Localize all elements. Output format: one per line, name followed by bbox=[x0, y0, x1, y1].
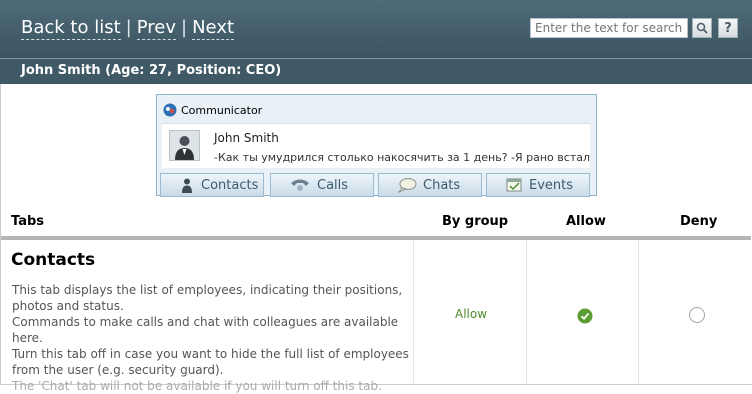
prev-link[interactable]: Prev bbox=[136, 17, 177, 40]
description-line: Turn this tab off in case you want to hi… bbox=[12, 347, 409, 377]
column-header-by-group: By group bbox=[442, 214, 509, 229]
column-header-allow: Allow bbox=[566, 214, 606, 229]
column-divider bbox=[526, 240, 527, 384]
allow-radio-checked-icon[interactable] bbox=[577, 308, 593, 324]
tab-calls[interactable]: Calls bbox=[270, 173, 374, 197]
description-line: Commands to make calls and chat with col… bbox=[12, 315, 399, 345]
description-line: The 'Chat' tab will not be available if … bbox=[12, 379, 382, 393]
communicator-tabs: Contacts Calls Chats Events bbox=[160, 173, 594, 197]
nav-separator: | bbox=[181, 17, 188, 38]
avatar bbox=[169, 130, 200, 161]
phone-icon bbox=[291, 179, 309, 191]
record-navigation: Back to list | Prev | Next bbox=[21, 17, 235, 40]
search-button[interactable] bbox=[692, 18, 712, 38]
person-avatar-icon bbox=[175, 136, 194, 160]
nav-separator: | bbox=[125, 17, 132, 38]
search-input[interactable] bbox=[530, 18, 688, 38]
back-to-list-link[interactable]: Back to list bbox=[21, 17, 121, 40]
tab-label: Contacts bbox=[201, 177, 259, 193]
communicator-preview: Communicator John Smith -Как ты умудрилс… bbox=[156, 94, 597, 197]
tab-chats[interactable]: Chats bbox=[378, 173, 482, 197]
tab-contacts[interactable]: Contacts bbox=[160, 173, 264, 197]
tab-label: Events bbox=[529, 177, 574, 193]
tab-label: Calls bbox=[317, 177, 349, 193]
contact-name: John Smith bbox=[214, 131, 279, 145]
next-link[interactable]: Next bbox=[192, 17, 235, 40]
tab-label: Chats bbox=[423, 177, 461, 193]
deny-radio[interactable] bbox=[689, 307, 705, 323]
tab-events[interactable]: Events bbox=[486, 173, 590, 197]
column-divider bbox=[638, 240, 639, 384]
column-header-tabs: Tabs bbox=[11, 214, 45, 229]
search-icon bbox=[696, 22, 708, 34]
communicator-title: Communicator bbox=[181, 103, 263, 117]
help-button[interactable]: ? bbox=[718, 18, 738, 38]
chat-bubble-icon bbox=[397, 178, 417, 193]
top-bar: Back to list|Prev|Next ? bbox=[0, 0, 752, 58]
column-header-deny: Deny bbox=[680, 214, 718, 229]
permissions-table-header: Tabs By group Allow Deny bbox=[1, 207, 751, 237]
person-icon bbox=[182, 178, 192, 193]
table-row: Contacts This tab displays the list of e… bbox=[1, 240, 751, 393]
contact-card: John Smith -Как ты умудрился столько нак… bbox=[162, 123, 590, 168]
tab-description: This tab displays the list of employees,… bbox=[12, 282, 410, 394]
column-divider bbox=[413, 240, 414, 384]
calendar-icon bbox=[506, 178, 522, 192]
description-line: This tab displays the list of employees,… bbox=[12, 283, 403, 313]
last-message: -Как ты умудрился столько накосячить за … bbox=[214, 151, 590, 164]
by-group-value: Allow bbox=[455, 307, 488, 321]
user-info-bar: John Smith (Age: 27, Position: CEO) bbox=[0, 58, 752, 84]
communicator-logo-icon bbox=[163, 103, 177, 117]
tab-title: Contacts bbox=[11, 250, 96, 270]
user-summary: John Smith (Age: 27, Position: CEO) bbox=[21, 63, 282, 78]
